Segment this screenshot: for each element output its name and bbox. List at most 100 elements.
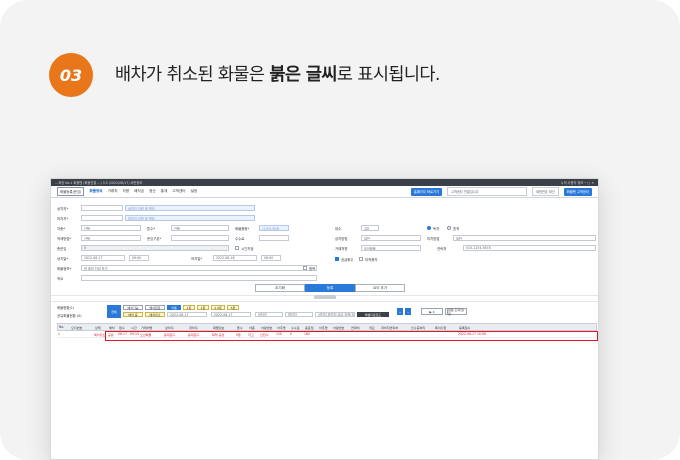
phone-input[interactable]: 010-1234-5678 <box>463 245 596 251</box>
menu-item-dispatch-fee[interactable]: 배차금 <box>134 189 144 194</box>
time-checkbox[interactable] <box>235 246 239 250</box>
register-button[interactable]: 화물등록(운임) <box>57 187 85 196</box>
tag-5ton[interactable]: 5톤 <box>227 305 239 310</box>
collapse-handle[interactable] <box>314 295 336 299</box>
column-header[interactable]: 차종 <box>248 325 260 330</box>
load-method-select[interactable]: 일반 <box>361 235 421 241</box>
loadmethod-select[interactable]: 선택 <box>81 235 141 241</box>
menu-item-client[interactable]: 거래처 <box>108 189 118 194</box>
column-header[interactable]: 인수증처리 <box>410 325 434 330</box>
column-header[interactable]: 특이사항 <box>434 325 458 330</box>
column-settings-button[interactable]: 컬럼 조회/설정 <box>447 308 467 316</box>
filter-progress-button[interactable]: 배차 중 <box>123 312 143 317</box>
column-header[interactable]: 연락처 <box>350 325 368 330</box>
unloaddate-input[interactable]: 2022-06-18 <box>213 255 257 261</box>
radio-mixed[interactable] <box>447 226 451 230</box>
column-header[interactable]: 화물정보 <box>212 325 236 330</box>
loaddate-input[interactable]: 2022-06-17 <box>81 255 125 261</box>
label-receiver: 하차지* <box>57 217 69 221</box>
column-header[interactable]: 차량번호 <box>332 325 350 330</box>
column-header[interactable]: 시간 <box>130 325 140 330</box>
menu-item-freight[interactable]: 화물정보 <box>89 189 102 194</box>
tag-2-5ton[interactable]: 2.5톤 <box>211 305 225 310</box>
payer-input[interactable]: 오션화물 <box>361 245 421 251</box>
tonnage-select[interactable]: 선택 <box>171 225 229 231</box>
column-header[interactable]: 수수료 <box>290 325 304 330</box>
reset-button[interactable]: 초기화 <box>255 284 305 292</box>
excel-button[interactable]: 엑셀다운로드 <box>357 312 389 317</box>
headline: 배차가 취소된 화물은 붉은 글씨로 표시됩니다. <box>115 61 440 86</box>
pay-type-select[interactable] <box>171 235 229 241</box>
tag-cartype[interactable]: 차종 <box>167 305 181 310</box>
label-fee: 수수료 <box>235 237 245 241</box>
column-header[interactable]: 상태 <box>94 325 108 330</box>
loadtime-select[interactable]: 09:00 <box>129 255 149 261</box>
search-unload-input[interactable]: 하차지 <box>285 312 313 317</box>
unload-method-select[interactable]: 일반 <box>453 235 596 241</box>
shipper-input[interactable]: 상차지 입력 후 엔터 <box>125 205 255 211</box>
filter-dispatched-button[interactable]: 배차완료 <box>145 305 165 310</box>
filter-all-button[interactable]: 전체 <box>107 305 121 318</box>
cartype-select[interactable]: 선택 <box>81 225 141 231</box>
column-header[interactable]: 거래처명 <box>140 325 164 330</box>
play-button[interactable]: ▶ 4 <box>421 308 443 315</box>
weight-input[interactable]: (1.5% 이내) <box>259 225 289 231</box>
label-unloaddate: 하차일* <box>191 257 203 261</box>
column-header[interactable]: 하차지연락처 <box>380 325 410 330</box>
list-title: 화물현황(1) <box>57 306 75 310</box>
column-header[interactable]: 배차 <box>108 325 118 330</box>
column-header[interactable]: 차량번호 <box>260 325 276 330</box>
search-load-input[interactable]: 상차지 <box>255 312 283 317</box>
list-toolbar: 화물현황(1) 공유화물현황 (0) 전체 배차가능 배차완료 배차 중 배차취… <box>51 301 598 323</box>
receiver-input[interactable]: 하차지 입력 후 엔터 <box>125 215 255 221</box>
remove-row-button[interactable]: − <box>405 308 411 315</box>
supplier-checkbox-label: 공급화주 <box>341 258 354 262</box>
menu-item-stats[interactable]: 통계 <box>161 189 168 194</box>
column-header[interactable]: 오더번호 <box>70 325 94 330</box>
column-header[interactable]: No. <box>58 325 70 329</box>
goods-input[interactable]: 한 포장 단위 표기 <box>81 265 317 271</box>
column-header[interactable]: 상차지 <box>164 325 188 330</box>
unapplied-checkbox[interactable] <box>359 257 363 261</box>
date-from-input[interactable]: 2022-06-17 <box>167 312 207 317</box>
column-header[interactable]: 차주명 <box>276 325 290 330</box>
goods-roundtrip-checkbox[interactable] <box>303 266 307 270</box>
column-header[interactable]: 적요 <box>368 325 380 330</box>
menu-item-settings[interactable]: 설정 <box>191 189 198 194</box>
add-button[interactable]: 요이 추가 <box>355 284 405 292</box>
app-window-screenshot: …포장 No.1 화물맨 (화물연결 …) 3.5 (2022/06/17) 버… <box>50 178 599 460</box>
column-header[interactable]: 차주명 <box>318 325 332 330</box>
shared-list-label: 공유화물현황 (0) <box>57 314 82 318</box>
column-header[interactable]: 하차지 <box>188 325 212 330</box>
label-phone: 연락처 <box>437 247 447 251</box>
window-controls[interactable]: 누적 사용자 정보 ─ □ ✕ <box>561 180 594 185</box>
column-header[interactable]: 톤수 <box>236 325 248 330</box>
memo-input[interactable] <box>81 275 317 281</box>
label-unload-method: 하차방법 <box>427 237 440 241</box>
member-check[interactable]: 회원번호 확인 <box>532 187 559 196</box>
tag-1ton-a[interactable]: 1톤 <box>183 305 195 310</box>
radio-exclusive[interactable] <box>427 226 431 230</box>
filter-cancelled-button[interactable]: 배차취소 <box>145 312 165 317</box>
label-load-status: 총운임 <box>57 247 67 251</box>
supplier-checkbox[interactable] <box>335 257 339 261</box>
carrier-count-select[interactable]: 1대 <box>361 225 379 231</box>
submit-button[interactable]: 등록 <box>305 284 355 292</box>
tag-1ton-b[interactable]: 1톤 <box>197 305 209 310</box>
filter-available-button[interactable]: 배차가능 <box>123 305 143 310</box>
date-to-input[interactable]: 2022-06-17 <box>211 312 251 317</box>
shipper-select[interactable] <box>81 205 123 211</box>
homepage-button[interactable]: 홈페이지 바로가기 <box>410 187 443 196</box>
column-header[interactable]: 등록일시 <box>458 325 500 330</box>
receiver-select[interactable] <box>81 215 123 221</box>
support-button[interactable]: 화물맨 고객센터 <box>563 187 592 196</box>
menu-item-settlement[interactable]: 정산 <box>149 189 156 194</box>
menu-item-vehicle[interactable]: 차량 <box>123 189 130 194</box>
add-row-button[interactable]: + <box>397 308 403 315</box>
column-header[interactable]: 접수 <box>118 325 130 330</box>
menu-item-support[interactable]: 고객센터 <box>172 189 185 194</box>
column-header[interactable]: 총운임 <box>304 325 318 330</box>
fee-input[interactable] <box>259 235 289 241</box>
unloadtime-select[interactable]: 06:00 <box>261 255 281 261</box>
search-keyword-input[interactable]: 상차지,하차지,비고,입력(검색어) <box>315 312 355 317</box>
